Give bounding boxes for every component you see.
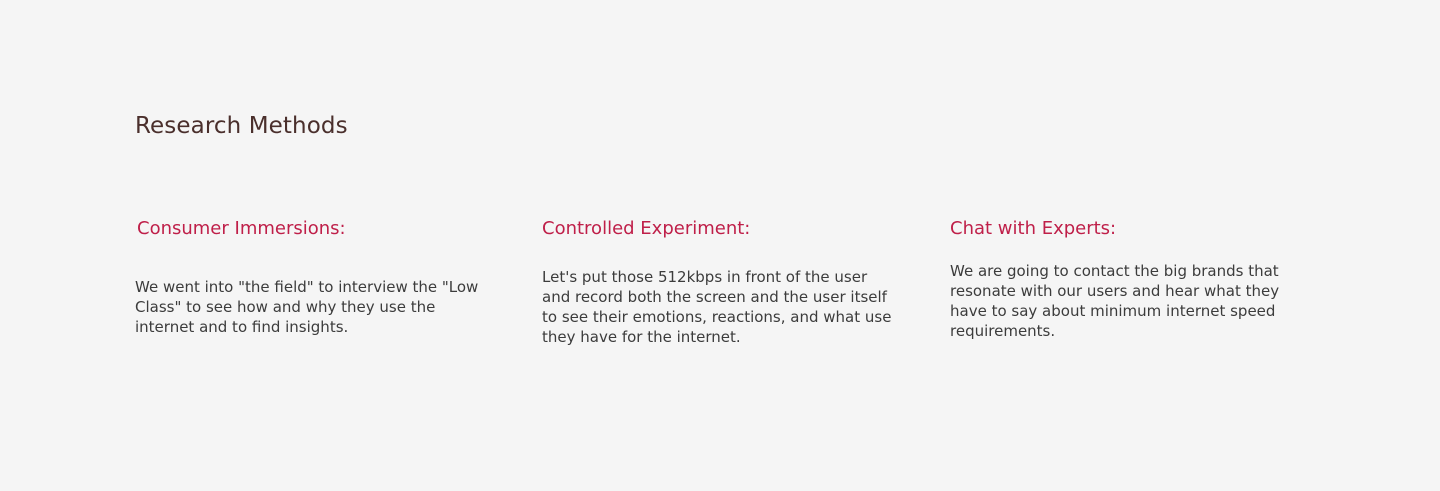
method-description-consumer-immersions: We went into "the field" to interview th…	[135, 278, 479, 336]
method-description-controlled-experiment: Let's put those 512kbps in front of the …	[542, 268, 892, 346]
method-description-chat-with-experts: We are going to contact the big brands t…	[950, 262, 1280, 340]
method-heading-chat-with-experts: Chat with Experts:	[950, 218, 1117, 239]
method-heading-controlled-experiment: Controlled Experiment:	[542, 218, 751, 239]
section-title: Research Methods	[135, 113, 348, 139]
method-heading-consumer-immersions: Consumer Immersions:	[137, 218, 346, 239]
